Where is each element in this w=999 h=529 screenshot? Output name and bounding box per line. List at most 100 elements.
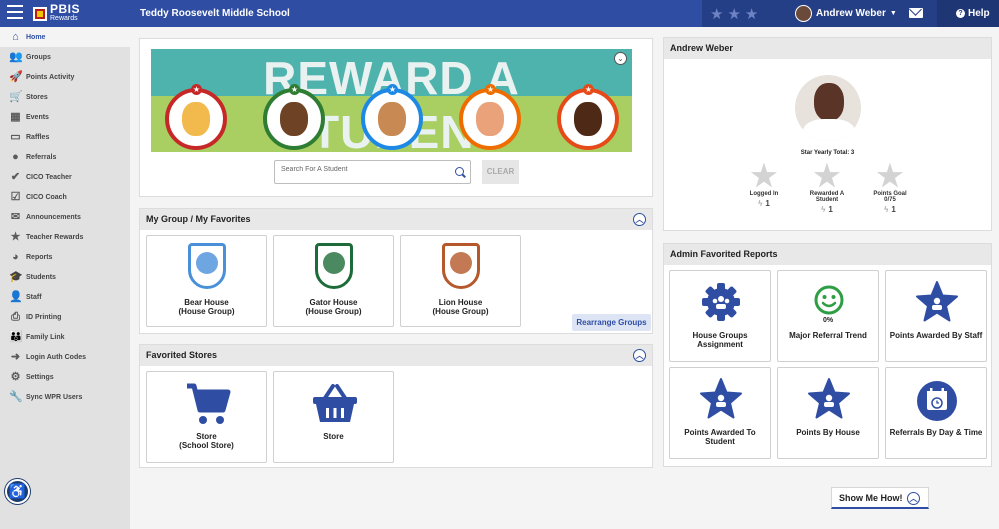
sidebar-item-label: Home bbox=[26, 33, 46, 41]
sidebar-item[interactable]: ⎙ ID Printing bbox=[0, 307, 130, 327]
report-label-2: Assignment bbox=[697, 340, 743, 349]
sidebar: ⌂ Home 👥 Groups 🚀 Points Activity 🛒 Stores ▦ Even… bbox=[0, 27, 130, 529]
chevron-up-icon[interactable]: ︿ bbox=[633, 213, 646, 226]
rearrange-groups-button[interactable]: Rearrange Groups bbox=[572, 314, 651, 331]
graduation-cap-icon: 🎓 bbox=[9, 271, 23, 283]
sidebar-item[interactable]: 🚀 Points Activity bbox=[0, 67, 130, 87]
sidebar-item-label: Staff bbox=[26, 293, 42, 301]
goal-star-icon: ★ bbox=[876, 160, 904, 193]
search-input[interactable] bbox=[281, 166, 441, 173]
pbis-logo[interactable]: PBIS Rewards bbox=[33, 1, 81, 23]
wrench-icon: 🔧 bbox=[9, 391, 23, 403]
store-card[interactable]: Store bbox=[273, 371, 394, 463]
sidebar-item[interactable]: ⌂ Home bbox=[0, 27, 130, 47]
student-avatar: ★ bbox=[557, 84, 619, 150]
sidebar-item-label: Announcements bbox=[26, 213, 81, 221]
group-card[interactable]: Lion House (House Group) bbox=[400, 235, 521, 327]
sidebar-item[interactable]: 👪 Family Link bbox=[0, 327, 130, 347]
report-card[interactable]: Points Awarded By Staff bbox=[885, 270, 987, 362]
accessibility-icon[interactable]: ♿ bbox=[5, 479, 30, 504]
sidebar-item[interactable]: ◕ Reports bbox=[0, 247, 130, 267]
sidebar-item[interactable]: ▭ Raffles bbox=[0, 127, 130, 147]
crest-emblem bbox=[196, 252, 218, 274]
question-icon: ? bbox=[956, 9, 965, 18]
star-person-icon bbox=[915, 280, 959, 324]
face-icon bbox=[182, 102, 210, 136]
help-button[interactable]: ? Help bbox=[956, 8, 990, 19]
report-card[interactable]: House Groups Assignment bbox=[669, 270, 771, 362]
student-search bbox=[274, 160, 471, 184]
report-card[interactable]: Points By House bbox=[777, 367, 879, 459]
avatar bbox=[795, 5, 812, 22]
house-crest-icon bbox=[442, 243, 480, 289]
house-crest-icon bbox=[188, 243, 226, 289]
rocket-icon: 🚀 bbox=[9, 71, 23, 83]
panel-header: My Group / My Favorites ︿ bbox=[140, 209, 652, 230]
sidebar-item-label: Students bbox=[26, 273, 56, 281]
chevron-down-icon: ▼ bbox=[889, 10, 897, 17]
calendar-icon: ▦ bbox=[10, 111, 21, 123]
chevron-down-icon[interactable]: ⌄ bbox=[614, 52, 627, 65]
stat-count: ϟ1 bbox=[867, 205, 913, 214]
profile-stat: ★ Rewarded A Student ϟ 1 bbox=[804, 162, 850, 215]
sidebar-item[interactable]: ▦ Events bbox=[0, 107, 130, 127]
stat-count: ϟ1 bbox=[741, 199, 787, 208]
stat-label-2: 0/75 bbox=[884, 197, 896, 203]
student-avatar: ★ bbox=[165, 84, 227, 150]
panel-header: Andrew Weber bbox=[664, 38, 991, 59]
stat-count-value: 1 bbox=[891, 205, 896, 214]
show-me-how-label: Show Me How! bbox=[839, 493, 903, 503]
sidebar-item[interactable]: ☑ CICO Coach bbox=[0, 187, 130, 207]
sidebar-item-label: Login Auth Codes bbox=[26, 353, 87, 361]
sidebar-item[interactable]: 🎓 Students bbox=[0, 267, 130, 287]
sidebar-item[interactable]: ➜ Login Auth Codes bbox=[0, 347, 130, 367]
user-name: Andrew Weber bbox=[816, 8, 886, 19]
sidebar-item-label: Events bbox=[26, 113, 49, 121]
search-icon[interactable] bbox=[455, 167, 464, 176]
bolt-icon: ϟ bbox=[758, 199, 763, 208]
stat-count-value: 1 bbox=[765, 199, 770, 208]
logo-main-text: PBIS bbox=[50, 1, 81, 16]
menu-icon[interactable] bbox=[7, 5, 23, 21]
gear-group-icon bbox=[702, 283, 740, 321]
star-icon: ★ bbox=[387, 84, 398, 95]
group-card[interactable]: Gator House (House Group) bbox=[273, 235, 394, 327]
user-menu[interactable]: Andrew Weber ▼ bbox=[795, 5, 897, 22]
sidebar-item[interactable]: ✉ Announcements bbox=[0, 207, 130, 227]
report-value: 0% bbox=[822, 317, 834, 324]
sidebar-item[interactable]: ★ Teacher Rewards bbox=[0, 227, 130, 247]
sidebar-item[interactable]: ✔ CICO Teacher bbox=[0, 167, 130, 187]
show-me-how-button[interactable]: Show Me How! ︿ bbox=[831, 487, 929, 509]
mail-icon[interactable] bbox=[909, 8, 923, 18]
printer-icon: ⎙ bbox=[11, 311, 20, 323]
envelope-icon: ✉ bbox=[10, 211, 21, 223]
store-card[interactable]: Store (School Store) bbox=[146, 371, 267, 463]
gear-icon: ⚙ bbox=[10, 371, 21, 383]
report-card[interactable]: Points Awarded To Student bbox=[669, 367, 771, 459]
report-card[interactable]: Referrals By Day & Time bbox=[885, 367, 987, 459]
panel-title: Admin Favorited Reports bbox=[670, 249, 778, 259]
star-rating-icon: ★★★ bbox=[710, 6, 763, 23]
student-avatar: ★ bbox=[263, 84, 325, 150]
star-house-icon bbox=[807, 377, 851, 421]
logo-sub-text: Rewards bbox=[50, 14, 78, 22]
sidebar-item[interactable]: ⚙ Settings bbox=[0, 367, 130, 387]
student-avatar: ★ bbox=[361, 84, 423, 150]
group-card[interactable]: Bear House (House Group) bbox=[146, 235, 267, 327]
clear-button[interactable]: CLEAR bbox=[482, 160, 519, 184]
pie-chart-icon: ◕ bbox=[12, 251, 19, 263]
star-icon: ★ bbox=[485, 84, 496, 95]
top-bar: PBIS Rewards Teddy Roosevelt Middle Scho… bbox=[0, 0, 999, 27]
sidebar-item-label: CICO Coach bbox=[26, 193, 67, 201]
chevron-up-icon[interactable]: ︿ bbox=[633, 349, 646, 362]
sidebar-item[interactable]: 🔧 Sync WPR Users bbox=[0, 387, 130, 407]
report-card[interactable]: 0% Major Referral Trend bbox=[777, 270, 879, 362]
report-label-2: Student bbox=[705, 437, 735, 446]
star-student-icon bbox=[699, 377, 743, 421]
sidebar-item[interactable]: ● Referrals bbox=[0, 147, 130, 167]
sidebar-item[interactable]: 👤 Staff bbox=[0, 287, 130, 307]
sidebar-item[interactable]: 🛒 Stores bbox=[0, 87, 130, 107]
sidebar-item[interactable]: 👥 Groups bbox=[0, 47, 130, 67]
crest-emblem bbox=[450, 252, 472, 274]
profile-photo bbox=[795, 75, 861, 141]
